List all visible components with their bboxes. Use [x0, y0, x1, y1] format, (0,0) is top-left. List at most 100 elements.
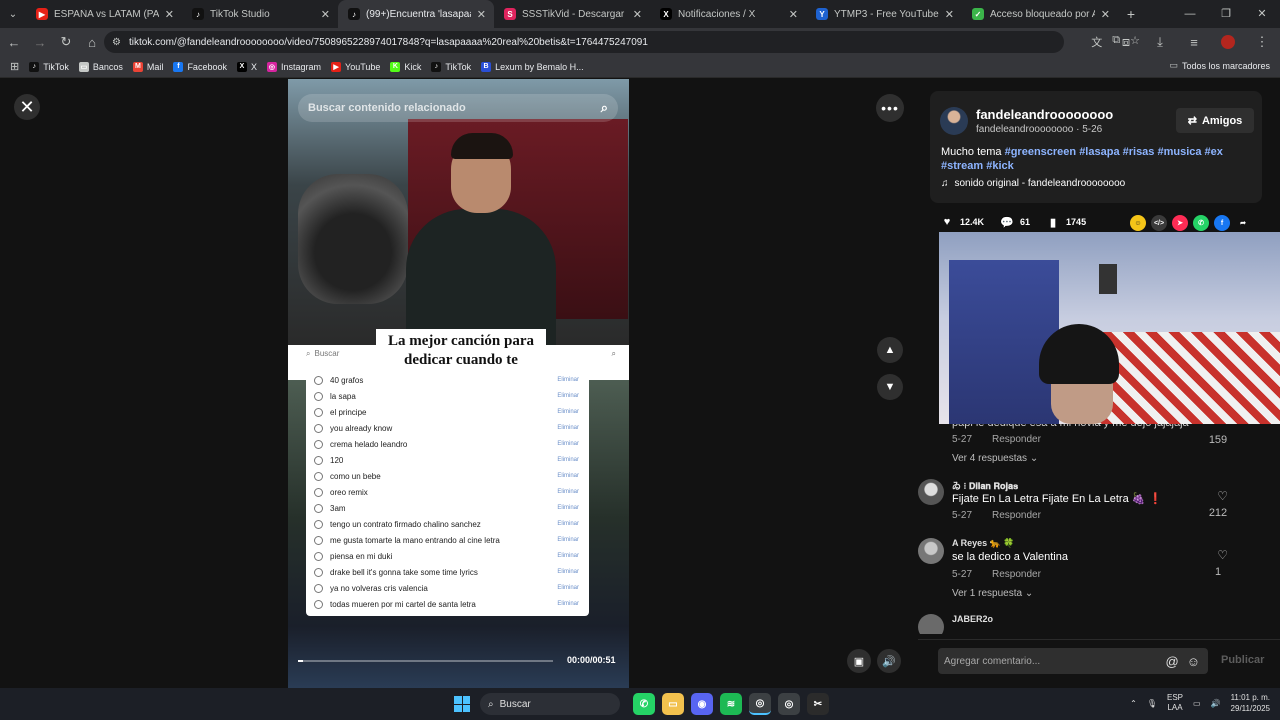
bookmark-item[interactable]: ▶ YouTube: [331, 61, 380, 72]
browser-tab[interactable]: ✓ Acceso bloqueado por AdGuar ✕: [962, 0, 1118, 28]
minimize-icon[interactable]: —: [1172, 0, 1208, 28]
next-video-button[interactable]: ▼: [877, 374, 903, 400]
forward-icon[interactable]: →: [28, 30, 52, 54]
miniplayer-icon[interactable]: ▣: [847, 649, 871, 673]
save-button[interactable]: ▮ 1745: [1046, 215, 1086, 229]
history-delete-button[interactable]: Eliminar: [557, 377, 579, 383]
send-icon[interactable]: ➤: [1172, 215, 1188, 231]
volume-icon[interactable]: 🔊: [877, 649, 901, 673]
bookmark-item[interactable]: ◎ Instagram: [266, 61, 321, 72]
history-delete-button[interactable]: Eliminar: [557, 585, 579, 591]
browser-tab[interactable]: ♪ TikTok Studio ✕: [182, 0, 338, 28]
view-replies-button[interactable]: Ver 4 respuestas ⌄: [952, 453, 1038, 464]
close-tab-icon[interactable]: ✕: [633, 8, 642, 21]
video-progress-bar[interactable]: [298, 660, 553, 662]
taskbar-clock[interactable]: 11:01 p. m. 29/11/2025: [1231, 692, 1270, 714]
bookmark-item[interactable]: ♪ TikTok: [29, 61, 69, 72]
post-sound[interactable]: ♫ sonido original - fandeleandroooooooo: [941, 178, 1125, 189]
menu-icon[interactable]: ⋮: [1250, 30, 1274, 54]
commenter-name[interactable]: A Reyes 🐆 🍀: [952, 538, 1015, 549]
share-arrow-icon[interactable]: ➦: [1235, 215, 1251, 231]
close-tab-icon[interactable]: ✕: [789, 8, 798, 21]
back-icon[interactable]: ←: [2, 30, 26, 54]
search-history-item[interactable]: como un bebe Eliminar: [306, 468, 589, 484]
friends-button[interactable]: ⇄ Amigos: [1176, 108, 1254, 133]
comment-heart-icon[interactable]: ♡: [1217, 489, 1228, 503]
chrome-profile-icon[interactable]: ◎: [778, 693, 800, 715]
search-history-item[interactable]: todas mueren por mi cartel de santa letr…: [306, 596, 589, 612]
video-player[interactable]: Buscar contenido relacionado ⌕ ⌕ Buscar …: [288, 79, 629, 688]
speaker-icon[interactable]: 🔊: [1211, 699, 1221, 708]
bookmark-item[interactable]: ♪ TikTok: [431, 61, 471, 72]
all-bookmarks-folder[interactable]: ▭ Todos los marcadores: [1169, 60, 1270, 71]
browser-tab[interactable]: ♪ (99+)Encuentra 'lasapaaaa ✕: [338, 0, 494, 28]
spotify-icon[interactable]: ≋: [720, 693, 742, 715]
author-username[interactable]: fandeleandroooooooo: [976, 107, 1113, 122]
history-delete-button[interactable]: Eliminar: [557, 505, 579, 511]
tray-chevron-icon[interactable]: ⌃: [1130, 699, 1137, 708]
commenter-name[interactable]: ゐ ⁝ 𝐃𝐢𝐥𝐚𝐧 𝐑𝐨𝐣𝐚𝐬: [952, 479, 1018, 492]
new-tab-button[interactable]: +: [1118, 6, 1144, 22]
windows-start-icon[interactable]: [454, 696, 470, 712]
search-history-item[interactable]: crema helado leandro Eliminar: [306, 436, 589, 452]
history-delete-button[interactable]: Eliminar: [557, 553, 579, 559]
reply-button[interactable]: Responder: [992, 434, 1041, 445]
comment-button[interactable]: 💬 61: [1000, 215, 1030, 229]
commenter-name[interactable]: JABER2o: [952, 614, 993, 624]
close-tab-icon[interactable]: ✕: [945, 8, 954, 21]
capcut-icon[interactable]: ✂: [807, 693, 829, 715]
friends-share-icon[interactable]: ☺: [1130, 215, 1146, 231]
history-delete-button[interactable]: Eliminar: [557, 457, 579, 463]
history-delete-button[interactable]: Eliminar: [557, 569, 579, 575]
reply-button[interactable]: Responder: [992, 510, 1041, 521]
close-tab-icon[interactable]: ✕: [477, 8, 486, 21]
search-history-item[interactable]: el principe Eliminar: [306, 404, 589, 420]
file-explorer-icon[interactable]: ▭: [662, 693, 684, 715]
history-delete-button[interactable]: Eliminar: [557, 393, 579, 399]
previous-video-button[interactable]: ▲: [877, 337, 903, 363]
history-delete-button[interactable]: Eliminar: [557, 425, 579, 431]
search-history-item[interactable]: ya no volveras cris valencia Eliminar: [306, 580, 589, 596]
close-tab-icon[interactable]: ✕: [321, 8, 330, 21]
media-icon[interactable]: ≡: [1182, 30, 1206, 54]
bookmark-item[interactable]: B Lexum by Bemalo H...: [481, 61, 584, 72]
bookmark-item[interactable]: K Kick: [390, 61, 421, 72]
bookmark-item[interactable]: XX: [236, 61, 257, 72]
taskbar-search[interactable]: ⌕ Buscar: [480, 693, 620, 715]
bookmark-item[interactable]: M Mail: [132, 61, 163, 72]
search-history-item[interactable]: oreo remix Eliminar: [306, 484, 589, 500]
commenter-avatar[interactable]: [918, 538, 944, 564]
extensions-icon[interactable]: ⧈: [1114, 30, 1138, 54]
network-icon[interactable]: ▭: [1193, 699, 1201, 708]
history-delete-button[interactable]: Eliminar: [557, 521, 579, 527]
close-tab-icon[interactable]: ✕: [165, 8, 174, 21]
search-icon[interactable]: ⌕: [601, 100, 608, 116]
commenter-avatar[interactable]: [918, 479, 944, 505]
embed-icon[interactable]: </>: [1151, 215, 1167, 231]
reload-icon[interactable]: ↻: [54, 30, 78, 54]
history-delete-button[interactable]: Eliminar: [557, 441, 579, 447]
profile-avatar[interactable]: [1216, 30, 1240, 54]
search-history-item[interactable]: la sapa Eliminar: [306, 388, 589, 404]
whatsapp-app-icon[interactable]: ✆: [633, 693, 655, 715]
history-delete-button[interactable]: Eliminar: [557, 537, 579, 543]
search-history-item[interactable]: me gusta tomarte la mano entrando al cin…: [306, 532, 589, 548]
search-history-item[interactable]: you already know Eliminar: [306, 420, 589, 436]
like-button[interactable]: ♥ 12.4K: [940, 215, 984, 229]
bookmark-item[interactable]: f Facebook: [173, 61, 227, 72]
reply-button[interactable]: Responder: [992, 569, 1041, 580]
search-history-item[interactable]: 120 Eliminar: [306, 452, 589, 468]
browser-tab[interactable]: X Notificaciones / X ✕: [650, 0, 806, 28]
home-icon[interactable]: ⌂: [80, 30, 104, 54]
address-bar[interactable]: ⚙ tiktok.com/@fandeleandroooooooo/video/…: [104, 31, 1064, 53]
emoji-icon[interactable]: ☺: [1187, 654, 1200, 669]
comment-heart-icon[interactable]: ♡: [1217, 548, 1228, 562]
maximize-icon[interactable]: ❐: [1208, 0, 1244, 28]
bookmark-item[interactable]: ▭ Bancos: [78, 61, 123, 72]
related-search-bar[interactable]: Buscar contenido relacionado ⌕: [298, 94, 618, 122]
downloads-icon[interactable]: ⤓: [1148, 30, 1172, 54]
search-history-item[interactable]: 3am Eliminar: [306, 500, 589, 516]
browser-tab[interactable]: Y YTMP3 - Free YouTube to MP3 ✕: [806, 0, 962, 28]
search-history-item[interactable]: 40 grafos Eliminar: [306, 372, 589, 388]
view-replies-button[interactable]: Ver 1 respuesta ⌄: [952, 588, 1033, 599]
